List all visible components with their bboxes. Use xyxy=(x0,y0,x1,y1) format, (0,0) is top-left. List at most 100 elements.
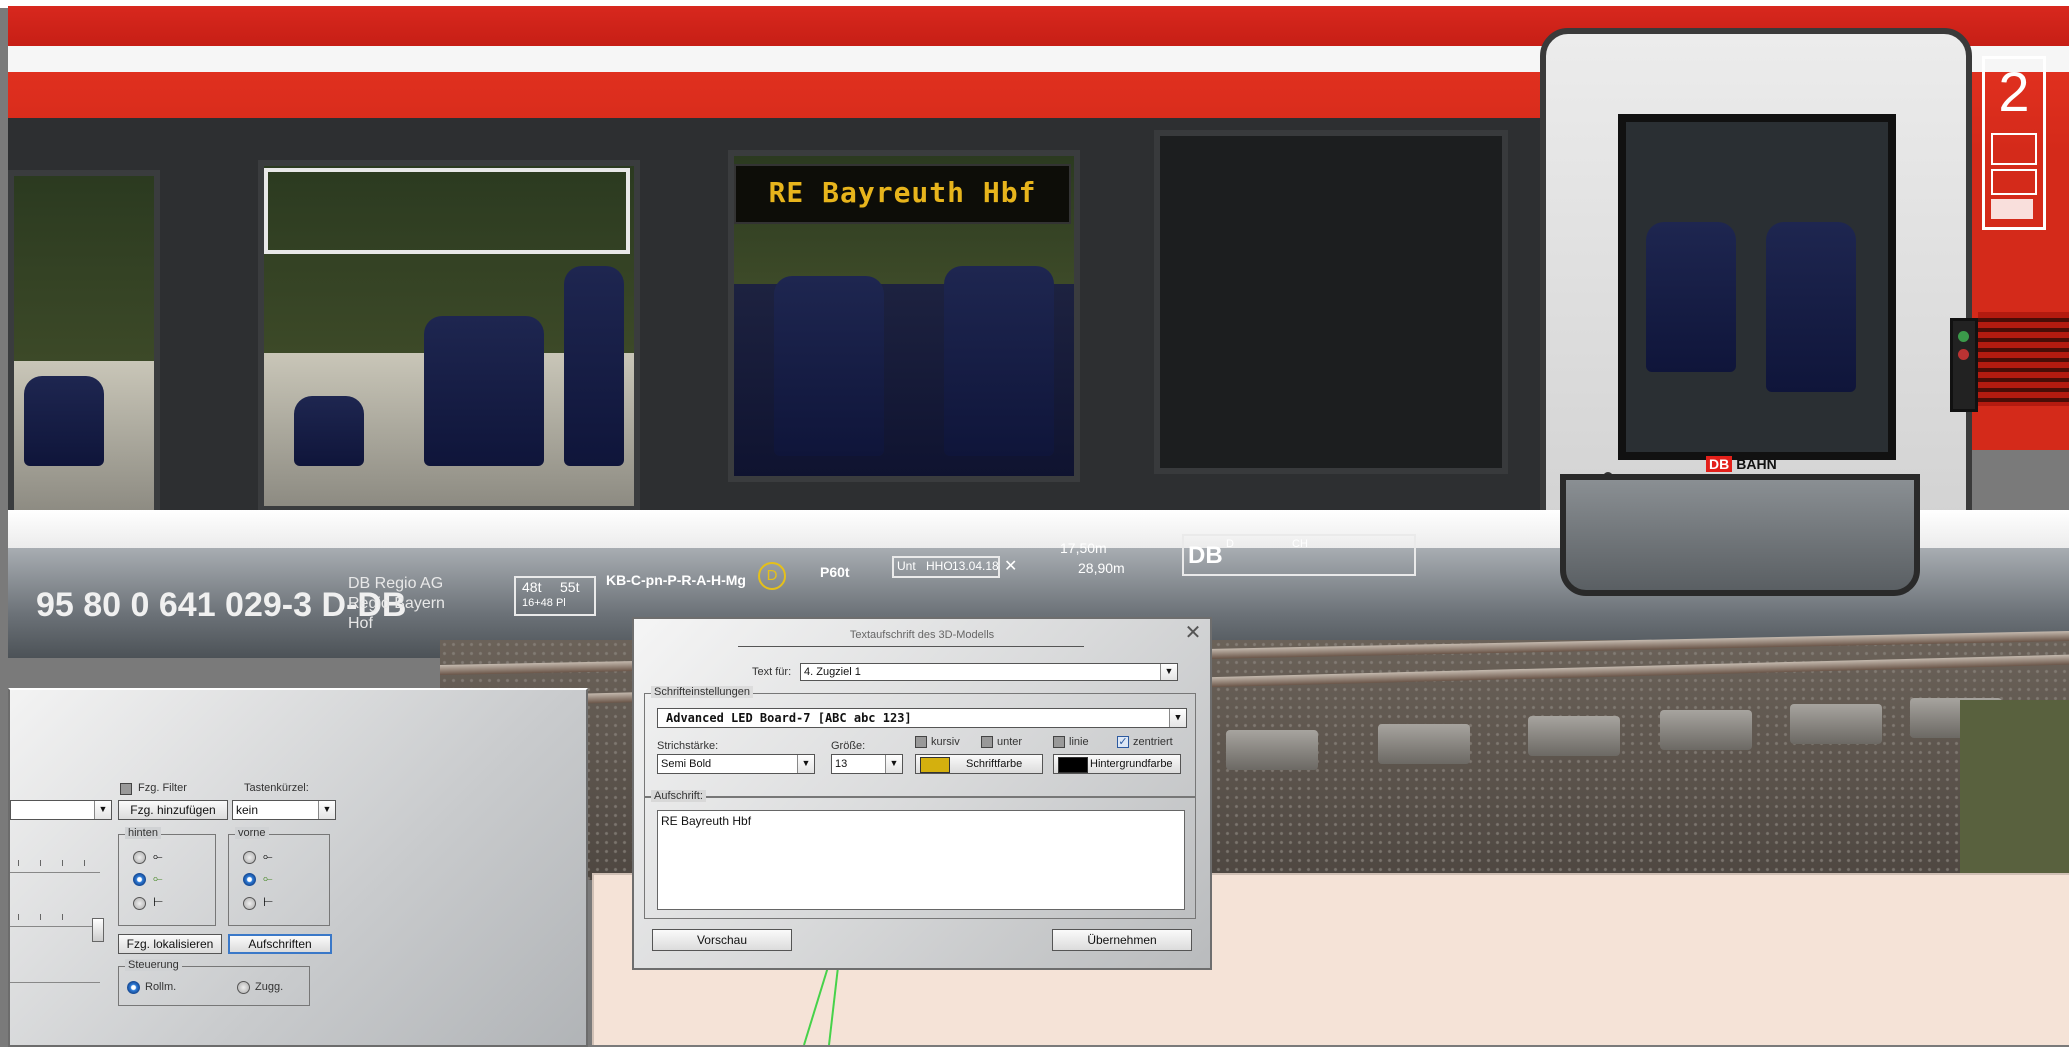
rear-coupling-group: hinten ⟜ ⟜ ⊢ xyxy=(118,827,216,926)
font-group-label: Schrifteinstellungen xyxy=(651,686,754,698)
chevron-down-icon: ▼ xyxy=(1160,664,1177,680)
rear-radio-3[interactable] xyxy=(133,897,146,910)
towing-radio[interactable] xyxy=(237,981,250,994)
locate-vehicle-button[interactable]: Fzg. lokalisieren xyxy=(118,934,222,954)
d-badge: D xyxy=(758,562,786,590)
stroke-select[interactable]: Semi Bold ▼ xyxy=(657,754,815,774)
vehicle-filter-label: Fzg. Filter xyxy=(138,782,187,794)
chevron-down-icon: ▼ xyxy=(1169,709,1186,727)
front-radio-3[interactable] xyxy=(243,897,256,910)
preview-button[interactable]: Vorschau xyxy=(652,929,792,951)
stroke-label: Strichstärke: xyxy=(657,740,719,752)
apply-button[interactable]: Übernehmen xyxy=(1052,929,1192,951)
text-for-select[interactable]: 4. Zugziel 1 ▼ xyxy=(800,663,1178,681)
class-marking: 2 xyxy=(1982,56,2046,230)
line-checkbox[interactable] xyxy=(1053,736,1065,748)
door-lower-panel xyxy=(1560,474,1920,596)
sleeper-3 xyxy=(1528,716,1620,756)
front-group-label: vorne xyxy=(235,827,269,839)
slider-track-3[interactable] xyxy=(10,982,100,983)
vehicle-select[interactable]: ▼ xyxy=(10,800,112,820)
chevron-down-icon: ▼ xyxy=(797,755,814,773)
rolling-radio[interactable] xyxy=(127,981,140,994)
operator-line-3: Hof xyxy=(348,615,373,632)
caption-textarea[interactable]: RE Bayreuth Hbf xyxy=(657,810,1185,910)
slider-track-1[interactable] xyxy=(10,872,100,873)
coupling-active-icon: ⟜ xyxy=(153,871,163,885)
size-label: Größe: xyxy=(831,740,866,752)
towing-label: Zugg. xyxy=(255,981,284,993)
train-window-1 xyxy=(8,170,160,518)
font-settings-group: Schrifteinstellungen Advanced LED Board-… xyxy=(644,686,1196,797)
operator-line-1: DB Regio AG xyxy=(348,575,444,592)
db-ch: CH xyxy=(1292,538,1308,550)
wheelchair-icon xyxy=(1991,133,2037,165)
rear-radio-1[interactable] xyxy=(133,851,146,864)
text-color-label: Schriftfarbe xyxy=(966,758,1023,770)
bicycle-icon xyxy=(1991,169,2037,195)
empty-destination-sign[interactable] xyxy=(264,168,630,254)
brake-code: KB-C-pn-P-R-A-H-Mg xyxy=(606,572,746,588)
destination-display-text: RE Bayreuth Hbf xyxy=(768,176,1037,209)
title-underline xyxy=(738,646,1084,647)
rear-group-label: hinten xyxy=(125,827,161,839)
coupling-icon: ✕ xyxy=(1004,558,1018,575)
background-color-swatch xyxy=(1058,757,1088,773)
rear-radio-2[interactable] xyxy=(133,873,146,886)
sleeper-1 xyxy=(1226,730,1318,770)
grass xyxy=(1960,700,2069,880)
chevron-down-icon: ▼ xyxy=(318,801,335,819)
centered-checkbox[interactable]: ✓ xyxy=(1117,736,1129,748)
text-for-label: Text für: xyxy=(752,666,792,678)
front-radio-2[interactable] xyxy=(243,873,256,886)
font-select[interactable]: Advanced LED Board-7 [ABC abc 123] ▼ xyxy=(657,708,1187,728)
underline-checkbox[interactable] xyxy=(981,736,993,748)
caption-group-label: Aufschrift: xyxy=(651,790,706,802)
db-logo-mark: DB xyxy=(1706,456,1733,472)
weight-marking: 48t 55t 16+48 Pl xyxy=(514,576,596,616)
coupling-icon: ⟜ xyxy=(263,849,273,863)
weight-2: 55t xyxy=(560,579,580,595)
sleeper-4 xyxy=(1660,710,1752,750)
length-1: 17,50m xyxy=(1060,540,1107,556)
hotkey-label: Tastenkürzel: xyxy=(244,782,309,794)
db-mark: DB xyxy=(1188,542,1223,569)
vehicle-panel: Fzg. Filter Tastenkürzel: ▼ Fzg. hinzufü… xyxy=(8,688,588,1047)
control-group-label: Steuerung xyxy=(125,959,182,971)
chevron-down-icon: ▼ xyxy=(885,755,902,773)
text-color-button[interactable]: Schriftfarbe xyxy=(915,754,1043,774)
unt-label: Unt xyxy=(897,559,916,573)
ventilation-grille xyxy=(1978,312,2069,406)
labels-button[interactable]: Aufschriften xyxy=(228,934,332,954)
buffer-icon: ⊢ xyxy=(153,895,164,909)
size-value: 13 xyxy=(835,758,848,770)
unt-date: 13.04.18 xyxy=(952,559,999,573)
front-radio-1[interactable] xyxy=(243,851,256,864)
buffer-icon: ⊢ xyxy=(263,895,274,909)
text-color-swatch xyxy=(920,757,950,773)
italic-checkbox[interactable] xyxy=(915,736,927,748)
size-select[interactable]: 13 ▼ xyxy=(831,754,903,774)
vehicle-filter-checkbox[interactable] xyxy=(120,783,132,795)
rolling-label: Rollm. xyxy=(145,981,177,993)
front-coupling-group: vorne ⟜ ⟜ ⊢ xyxy=(228,827,330,926)
chevron-down-icon: ▼ xyxy=(94,801,111,819)
background-color-button[interactable]: Hintergrundfarbe xyxy=(1053,754,1181,774)
control-group: Steuerung Rollm. Zugg. xyxy=(118,959,310,1006)
slider-thumb[interactable] xyxy=(92,918,104,942)
length-2: 28,90m xyxy=(1078,560,1125,576)
dialog-title: Textaufschrift des 3D-Modells xyxy=(849,629,995,641)
destination-display[interactable]: RE Bayreuth Hbf xyxy=(734,164,1071,224)
close-icon[interactable]: ✕ xyxy=(1182,623,1204,645)
operator-info: DB Regio AG Regio Bayern Hof xyxy=(348,574,445,634)
hotkey-select[interactable]: kein ▼ xyxy=(232,800,336,820)
door-status-lights xyxy=(1950,318,1978,412)
ticket-notice xyxy=(1991,199,2033,219)
add-vehicle-button[interactable]: Fzg. hinzufügen xyxy=(118,800,228,820)
slider-track-2[interactable] xyxy=(10,926,100,927)
coupling-active-icon: ⟜ xyxy=(263,871,273,885)
sleeper-5 xyxy=(1790,704,1882,744)
door-window xyxy=(1618,114,1896,460)
background-color-label: Hintergrundfarbe xyxy=(1090,758,1173,770)
stroke-value: Semi Bold xyxy=(661,758,712,770)
